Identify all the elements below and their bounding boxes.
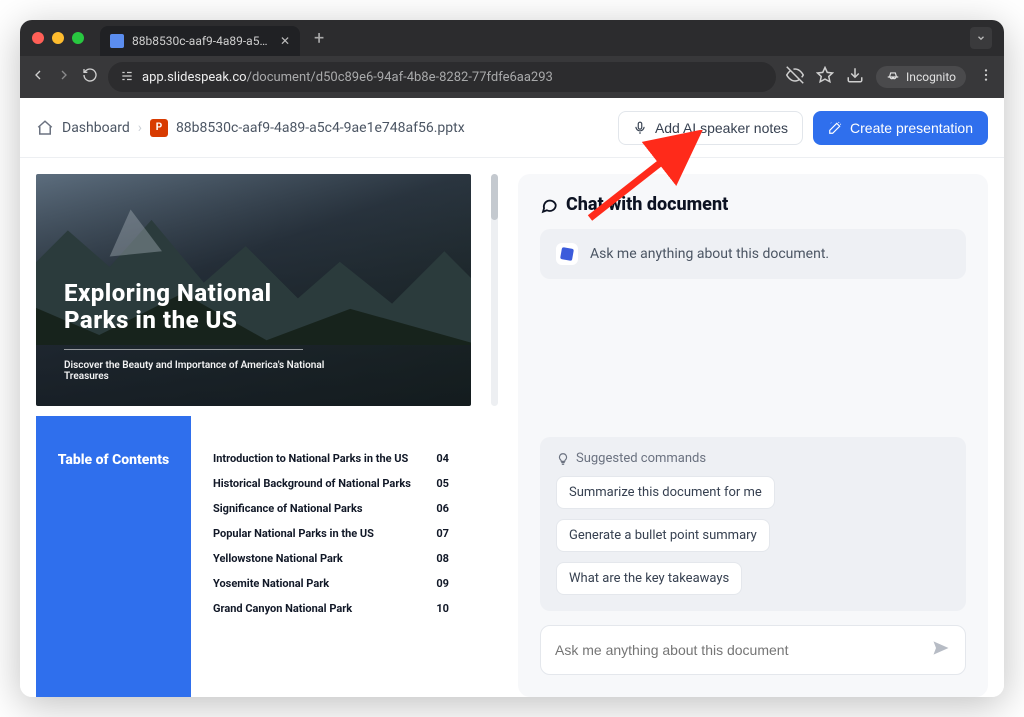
toc-row: Grand Canyon National Park10 <box>213 596 449 621</box>
chat-icon <box>540 196 558 214</box>
slide-subtitle: Discover the Beauty and Importance of Am… <box>64 360 329 382</box>
incognito-badge[interactable]: Incognito <box>876 66 966 88</box>
browser-titlebar: 88b8530c-aaf9-4a89-a5c4 ✕ + <box>20 20 1004 56</box>
slide-preview-pane: Exploring National Parks in the US Disco… <box>36 174 471 697</box>
nav-back-icon[interactable] <box>30 67 46 87</box>
address-bar[interactable]: app.slidespeak.co/document/d50c89e6-94af… <box>108 62 776 92</box>
main-content: Exploring National Parks in the US Disco… <box>20 158 1004 697</box>
bot-greeting-text: Ask me anything about this document. <box>590 246 829 262</box>
suggested-label: Suggested commands <box>576 451 706 466</box>
new-tab-button[interactable]: + <box>308 28 330 49</box>
url-text: app.slidespeak.co/document/d50c89e6-94af… <box>142 70 764 85</box>
chat-title: Chat with document <box>540 194 966 215</box>
close-window-icon[interactable] <box>32 32 44 44</box>
reload-icon[interactable] <box>82 67 98 87</box>
download-icon[interactable] <box>846 66 864 88</box>
home-icon <box>36 119 54 137</box>
suggestion-chip[interactable]: What are the key takeaways <box>556 562 742 595</box>
slide-divider <box>64 349 303 350</box>
chat-input[interactable] <box>555 642 921 658</box>
microphone-icon <box>633 121 647 135</box>
toc-list: Introduction to National Parks in the US… <box>191 416 471 697</box>
create-presentation-button[interactable]: Create presentation <box>813 111 988 145</box>
slide-preview-2[interactable]: Table of Contents Introduction to Nation… <box>36 416 471 697</box>
chat-input-bar[interactable] <box>540 625 966 675</box>
tab-favicon-icon <box>110 34 124 48</box>
minimize-window-icon[interactable] <box>52 32 64 44</box>
lightbulb-icon <box>556 452 570 466</box>
suggestion-chip[interactable]: Summarize this document for me <box>556 476 775 509</box>
bookmark-icon[interactable] <box>816 66 834 88</box>
breadcrumb-separator-icon: › <box>138 120 142 136</box>
preview-scrollbar[interactable] <box>491 174 498 406</box>
toc-row: Significance of National Parks06 <box>213 496 449 521</box>
send-icon[interactable] <box>931 638 951 662</box>
add-speaker-notes-button[interactable]: Add AI speaker notes <box>618 111 803 145</box>
app-header: Dashboard › 88b8530c-aaf9-4a89-a5c4-9ae1… <box>20 98 1004 158</box>
toc-row: Introduction to National Parks in the US… <box>213 446 449 471</box>
browser-menu-icon[interactable] <box>978 67 994 87</box>
scrollbar-thumb[interactable] <box>491 174 498 220</box>
slide-preview-1[interactable]: Exploring National Parks in the US Disco… <box>36 174 471 406</box>
maximize-window-icon[interactable] <box>72 32 84 44</box>
toc-row: Historical Background of National Parks0… <box>213 471 449 496</box>
breadcrumb-dashboard[interactable]: Dashboard <box>62 120 130 136</box>
tabs-overflow-icon[interactable] <box>970 27 992 49</box>
toc-sidebar: Table of Contents <box>36 416 191 697</box>
nav-forward-icon[interactable] <box>56 67 72 87</box>
suggested-commands-panel: Suggested commands Summarize this docume… <box>540 437 966 611</box>
chat-panel: Chat with document Ask me anything about… <box>518 174 988 697</box>
browser-tab[interactable]: 88b8530c-aaf9-4a89-a5c4 ✕ <box>100 26 300 56</box>
breadcrumb: Dashboard › 88b8530c-aaf9-4a89-a5c4-9ae1… <box>36 119 465 137</box>
tab-close-icon[interactable]: ✕ <box>280 34 290 48</box>
toc-row: Yosemite National Park09 <box>213 571 449 596</box>
suggestion-chip[interactable]: Generate a bullet point summary <box>556 519 770 552</box>
window-controls <box>32 32 84 44</box>
tab-title: 88b8530c-aaf9-4a89-a5c4 <box>132 34 272 48</box>
eye-off-icon[interactable] <box>786 66 804 88</box>
toc-row: Popular National Parks in the US07 <box>213 521 449 546</box>
toc-row: Yellowstone National Park08 <box>213 546 449 571</box>
slide-title: Exploring National Parks in the US <box>64 280 386 335</box>
site-settings-icon[interactable] <box>120 69 134 86</box>
toc-heading: Table of Contents <box>50 452 177 683</box>
wand-icon <box>828 121 842 135</box>
breadcrumb-filename: 88b8530c-aaf9-4a89-a5c4-9ae1e748af56.ppt… <box>176 120 465 136</box>
pptx-icon <box>150 119 168 137</box>
browser-toolbar: app.slidespeak.co/document/d50c89e6-94af… <box>20 56 1004 98</box>
bot-greeting: Ask me anything about this document. <box>540 229 966 279</box>
bot-avatar-icon <box>556 243 578 265</box>
